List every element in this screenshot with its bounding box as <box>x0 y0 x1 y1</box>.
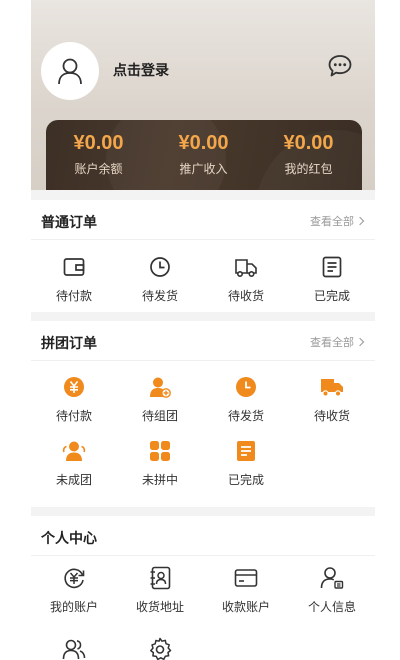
settings-entry[interactable] <box>117 637 203 660</box>
wallet-promotion[interactable]: ¥0.00 推广收入 <box>151 130 256 177</box>
chat-bubble-icon <box>328 55 352 77</box>
add-person-icon <box>148 375 172 399</box>
group-not-won[interactable]: 未拼中 <box>117 439 203 488</box>
clock-icon <box>234 375 258 399</box>
group-pending-shipment[interactable]: 待发货 <box>203 375 289 424</box>
payee-account[interactable]: 收款账户 <box>203 566 289 615</box>
personal-info[interactable]: 个人信息 <box>289 566 375 615</box>
address-book-icon <box>148 566 172 590</box>
personal-info-label: 个人信息 <box>307 600 356 614</box>
group-pending-shipment-label: 待发货 <box>227 409 264 423</box>
wallet-balance[interactable]: ¥0.00 账户余额 <box>46 130 151 177</box>
users-icon <box>62 637 86 660</box>
group-not-won-label: 未拼中 <box>141 473 178 487</box>
normal-orders-card: 普通订单 查看全部 待付款 待发货 待收货 已完成 <box>31 200 375 312</box>
personal-center-card: 个人中心 我的账户 收货地址 收款账户 个人信息 <box>31 516 375 660</box>
group-orders-view-all[interactable]: 查看全部 <box>310 334 365 350</box>
order-pending-payment[interactable]: 待付款 <box>31 255 117 304</box>
normal-orders-header: 普通订单 查看全部 <box>31 200 375 240</box>
normal-orders-title: 普通订单 <box>41 214 97 230</box>
right-margin <box>375 0 400 660</box>
group-failed-label: 未成团 <box>55 473 92 487</box>
profile-header: 点击登录 ¥0.00 账户余额 ¥0.00 推广收入 ¥0.00 我的红包 <box>31 0 375 190</box>
group-pending-receipt[interactable]: 待收货 <box>289 375 375 424</box>
group-pending-payment[interactable]: 待付款 <box>31 375 117 424</box>
view-all-label: 查看全部 <box>310 216 354 228</box>
users-entry[interactable] <box>31 637 117 660</box>
truck-icon <box>234 255 258 279</box>
chevron-right-icon <box>355 216 365 226</box>
gear-icon <box>148 637 172 660</box>
group-completed[interactable]: 已完成 <box>203 439 289 488</box>
group-orders-card: 拼团订单 查看全部 待付款 待组团 待发货 待收货 未成团 未拼中 已完成 <box>31 321 375 507</box>
order-pending-receipt-label: 待收货 <box>227 289 264 303</box>
yen-refresh-icon <box>62 566 86 590</box>
wallet-promotion-amount: ¥0.00 <box>178 132 229 154</box>
my-account[interactable]: 我的账户 <box>31 566 117 615</box>
group-pending-grouping[interactable]: 待组团 <box>117 375 203 424</box>
wallet-redpacket[interactable]: ¥0.00 我的红包 <box>256 130 361 177</box>
card-icon <box>234 566 258 590</box>
order-pending-payment-label: 待付款 <box>55 289 92 303</box>
shipping-address[interactable]: 收货地址 <box>117 566 203 615</box>
group-pending-payment-label: 待付款 <box>55 409 92 423</box>
user-info-icon <box>320 566 344 590</box>
clock-icon <box>148 255 172 279</box>
order-pending-receipt[interactable]: 待收货 <box>203 255 289 304</box>
wallet-balance-amount: ¥0.00 <box>73 132 124 154</box>
wallet-promotion-label: 推广收入 <box>179 162 228 176</box>
profile-page: 点击登录 ¥0.00 账户余额 ¥0.00 推广收入 ¥0.00 我的红包 普通… <box>31 0 375 660</box>
payee-account-label: 收款账户 <box>221 600 270 614</box>
wallet-redpacket-label: 我的红包 <box>284 162 333 176</box>
left-margin <box>0 0 31 660</box>
chevron-right-icon <box>355 337 365 347</box>
normal-orders-view-all[interactable]: 查看全部 <box>310 213 365 229</box>
wallet-redpacket-amount: ¥0.00 <box>283 132 334 154</box>
wallet-panel: ¥0.00 账户余额 ¥0.00 推广收入 ¥0.00 我的红包 <box>46 120 362 190</box>
group-pending-grouping-label: 待组团 <box>141 409 178 423</box>
yen-coin-icon <box>62 375 86 399</box>
group-completed-label: 已完成 <box>227 473 264 487</box>
wallet-balance-label: 账户余额 <box>74 162 123 176</box>
wallet-icon <box>62 255 86 279</box>
order-completed[interactable]: 已完成 <box>289 255 375 304</box>
order-pending-shipment-label: 待发货 <box>141 289 178 303</box>
group-pending-receipt-label: 待收货 <box>313 409 350 423</box>
message-button[interactable] <box>327 53 353 79</box>
truck-icon <box>320 375 344 399</box>
view-all-label: 查看全部 <box>310 337 354 349</box>
list-icon <box>320 255 344 279</box>
user-icon <box>58 58 82 85</box>
group-failed[interactable]: 未成团 <box>31 439 117 488</box>
grid-icon <box>148 439 172 463</box>
shipping-address-label: 收货地址 <box>135 600 184 614</box>
personal-center-header: 个人中心 <box>31 516 375 556</box>
group-orders-header: 拼团订单 查看全部 <box>31 321 375 361</box>
order-pending-shipment[interactable]: 待发货 <box>117 255 203 304</box>
login-link[interactable]: 点击登录 <box>113 60 169 80</box>
avatar[interactable] <box>41 42 99 100</box>
list-icon <box>234 439 258 463</box>
my-account-label: 我的账户 <box>49 600 98 614</box>
personal-center-title: 个人中心 <box>41 530 97 546</box>
order-completed-label: 已完成 <box>313 289 350 303</box>
group-icon <box>62 439 86 463</box>
group-orders-title: 拼团订单 <box>41 335 97 351</box>
